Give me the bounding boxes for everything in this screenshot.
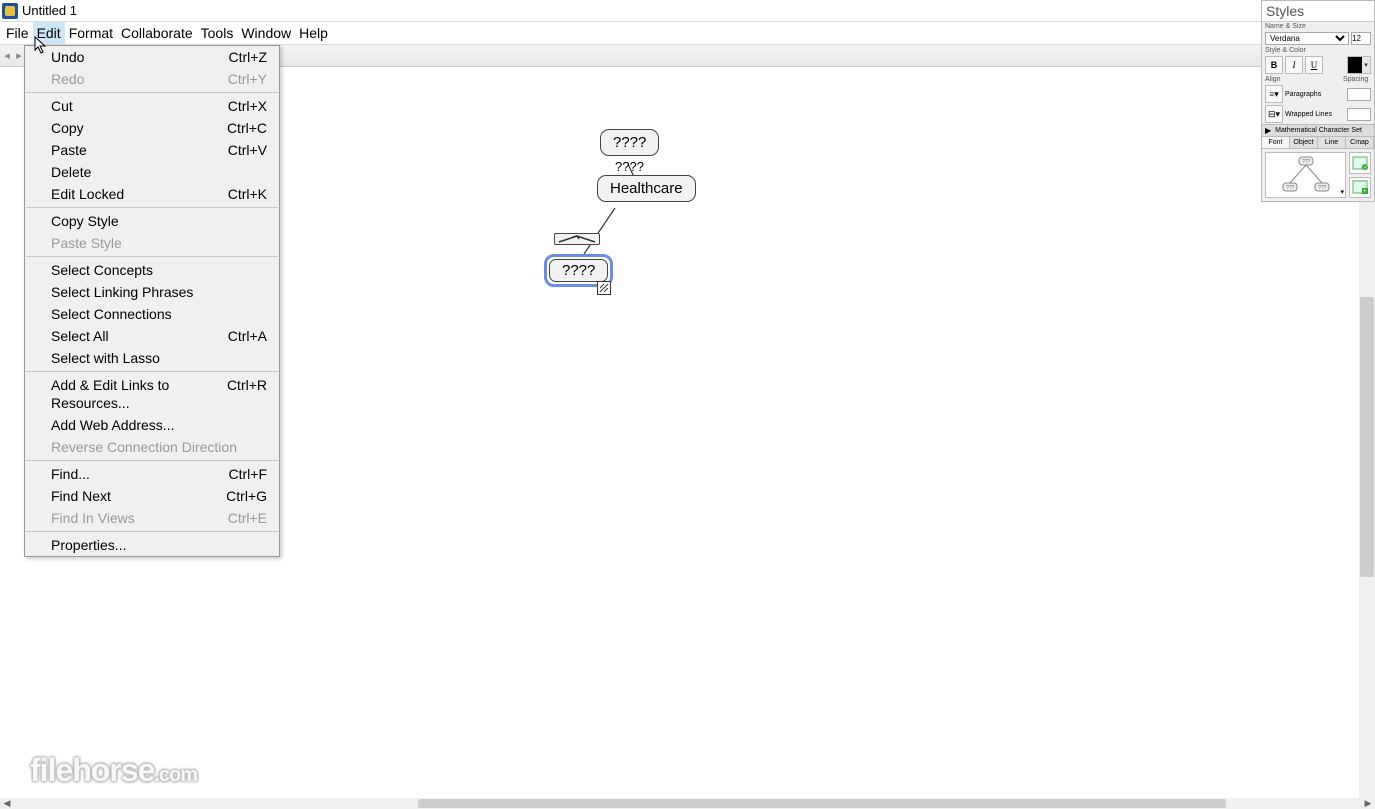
edit-menu-find-next[interactable]: Find NextCtrl+G <box>25 485 279 507</box>
font-name-select[interactable]: Verdana <box>1265 32 1349 45</box>
edit-menu-add-web-address[interactable]: Add Web Address... <box>25 414 279 436</box>
edit-menu-select-with-lasso[interactable]: Select with Lasso <box>25 347 279 369</box>
scroll-right-icon[interactable]: ▶ <box>1361 798 1375 809</box>
svg-text:+: + <box>1363 189 1367 194</box>
edit-menu-reverse-connection-direction: Reverse Connection Direction <box>25 436 279 458</box>
edit-menu-redo: RedoCtrl+Y <box>25 68 279 90</box>
section-name-size: Name & Size <box>1262 22 1374 31</box>
svg-text:???: ??? <box>1302 159 1311 165</box>
concept-node-1-text: ???? <box>613 134 646 151</box>
edit-menu-copy-style[interactable]: Copy Style <box>25 210 279 232</box>
watermark-suffix: .com <box>154 764 197 786</box>
paragraphs-label: Paragraphs <box>1285 91 1345 98</box>
math-charset-label: Mathematical Character Set <box>1275 127 1362 134</box>
concept-node-healthcare-text: Healthcare <box>610 180 683 197</box>
font-size-input[interactable] <box>1351 32 1371 45</box>
resize-handle-icon[interactable] <box>597 281 611 295</box>
new-style-button[interactable]: ✓ <box>1349 152 1371 174</box>
edit-menu-select-concepts[interactable]: Select Concepts <box>25 259 279 281</box>
styles-panel-title: Styles <box>1262 1 1374 22</box>
math-charset-row[interactable]: ▶ Mathematical Character Set <box>1262 124 1374 137</box>
style-preview-main[interactable]: ??? ??? ??? ▾ <box>1265 152 1346 198</box>
edit-menu-properties[interactable]: Properties... <box>25 534 279 556</box>
menu-separator <box>26 531 278 532</box>
menu-separator <box>26 207 278 208</box>
vertical-scroll-thumb[interactable] <box>1360 297 1374 577</box>
add-style-button[interactable]: + <box>1349 177 1371 199</box>
disclosure-icon: ▶ <box>1265 126 1271 135</box>
valign-button[interactable]: ⊟▾ <box>1265 105 1283 123</box>
window-title: Untitled 1 <box>22 3 77 18</box>
menu-format[interactable]: Format <box>65 22 117 44</box>
underline-button[interactable]: U <box>1305 56 1323 74</box>
link-handle[interactable] <box>554 233 600 245</box>
edit-menu-cut[interactable]: CutCtrl+X <box>25 95 279 117</box>
align-button[interactable]: ≡▾ <box>1265 85 1283 103</box>
watermark-text: filehorse <box>30 752 154 788</box>
horizontal-scroll-track[interactable] <box>14 799 1361 808</box>
edit-menu-find-in-views: Find In ViewsCtrl+E <box>25 507 279 529</box>
concept-node-healthcare[interactable]: Healthcare <box>597 175 696 202</box>
svg-text:???: ??? <box>1286 185 1295 191</box>
menu-separator <box>26 460 278 461</box>
edit-dropdown: UndoCtrl+ZRedoCtrl+YCutCtrl+XCopyCtrl+CP… <box>24 45 280 557</box>
tab-line[interactable]: Line <box>1318 137 1346 148</box>
preview-diagram-icon: ??? ??? ??? <box>1281 155 1331 195</box>
title-bar: Untitled 1 <box>0 0 1375 22</box>
menu-bar: File Edit Format Collaborate Tools Windo… <box>0 22 1375 45</box>
nav-forward-icon[interactable]: ▸ <box>14 49 24 63</box>
align-label: Align <box>1265 76 1293 83</box>
concept-node-selected-text: ???? <box>562 262 595 279</box>
paragraph-spacing-input[interactable] <box>1347 88 1371 101</box>
edit-menu-find[interactable]: Find...Ctrl+F <box>25 463 279 485</box>
tab-object[interactable]: Object <box>1290 137 1318 148</box>
scroll-left-icon[interactable]: ◀ <box>0 798 14 809</box>
edit-menu-select-connections[interactable]: Select Connections <box>25 303 279 325</box>
text-color-button[interactable] <box>1347 56 1371 74</box>
menu-separator <box>26 92 278 93</box>
edit-menu-paste-style: Paste Style <box>25 232 279 254</box>
menu-window[interactable]: Window <box>237 22 295 44</box>
horizontal-scroll-thumb[interactable] <box>418 799 1226 808</box>
section-style-color: Style & Color <box>1262 46 1374 55</box>
edit-menu-select-linking-phrases[interactable]: Select Linking Phrases <box>25 281 279 303</box>
menu-separator <box>26 371 278 372</box>
menu-tools[interactable]: Tools <box>197 22 238 44</box>
edit-menu-select-all[interactable]: Select AllCtrl+A <box>25 325 279 347</box>
app-icon <box>2 3 18 19</box>
menu-help[interactable]: Help <box>295 22 332 44</box>
style-tabs: Font Object Line Cmap <box>1262 137 1374 149</box>
menu-edit[interactable]: Edit <box>33 22 65 44</box>
edit-menu-paste[interactable]: PasteCtrl+V <box>25 139 279 161</box>
preview-dropdown-icon[interactable]: ▾ <box>1340 188 1344 196</box>
link-label[interactable]: ???? <box>615 159 644 174</box>
wrapped-label: Wrapped Lines <box>1285 111 1345 118</box>
horizontal-scrollbar[interactable]: ◀ ▶ <box>0 798 1375 809</box>
svg-text:✓: ✓ <box>1363 165 1368 170</box>
svg-text:???: ??? <box>1318 185 1327 191</box>
edit-menu-add-edit-links-to-resources[interactable]: Add & Edit Links to Resources...Ctrl+R <box>25 374 279 414</box>
menu-collaborate[interactable]: Collaborate <box>117 22 197 44</box>
styles-panel: Styles Name & Size Verdana Style & Color… <box>1261 0 1375 202</box>
tab-cmap[interactable]: Cmap <box>1346 137 1374 148</box>
edit-menu-undo[interactable]: UndoCtrl+Z <box>25 46 279 68</box>
watermark: filehorse.com <box>30 752 197 789</box>
menu-separator <box>26 256 278 257</box>
bold-button[interactable]: B <box>1265 56 1283 74</box>
tab-font[interactable]: Font <box>1262 137 1290 148</box>
menu-file[interactable]: File <box>2 22 33 44</box>
style-preview: ??? ??? ??? ▾ ✓ + <box>1262 149 1374 201</box>
spacing-label: Spacing <box>1343 76 1371 83</box>
concept-node-1[interactable]: ???? <box>600 129 659 156</box>
wrapped-spacing-input[interactable] <box>1347 108 1371 121</box>
edit-menu-copy[interactable]: CopyCtrl+C <box>25 117 279 139</box>
edit-menu-delete[interactable]: Delete <box>25 161 279 183</box>
edit-menu-edit-locked[interactable]: Edit LockedCtrl+K <box>25 183 279 205</box>
italic-button[interactable]: I <box>1285 56 1303 74</box>
nav-back-icon[interactable]: ◂ <box>2 49 12 63</box>
